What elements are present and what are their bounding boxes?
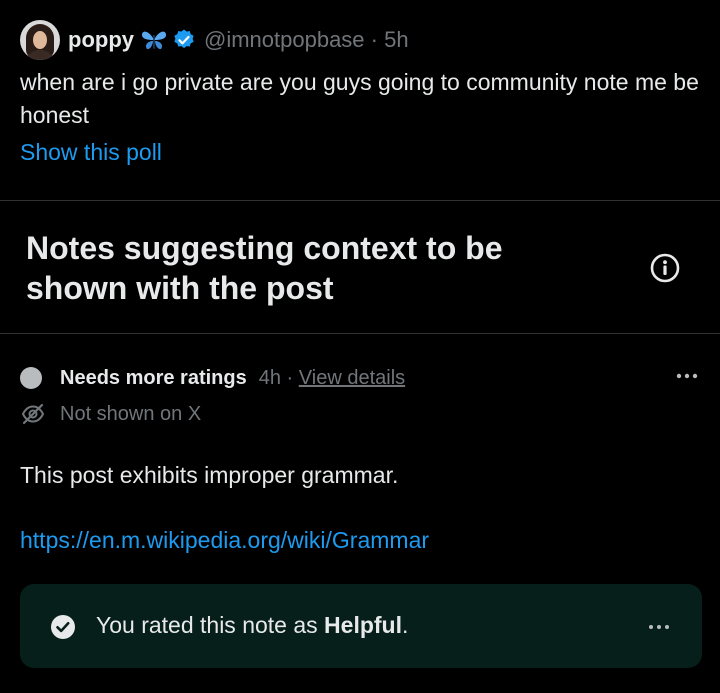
rating-message: You rated this note as Helpful. bbox=[96, 612, 408, 639]
verified-badge-icon bbox=[174, 29, 194, 49]
info-icon[interactable] bbox=[650, 253, 680, 283]
view-details-link[interactable]: View details bbox=[299, 367, 405, 389]
note-source-link[interactable]: https://en.m.wikipedia.org/wiki/Grammar bbox=[20, 527, 700, 554]
post-text: when are i go private are you guys going… bbox=[20, 69, 699, 128]
avatar[interactable] bbox=[20, 20, 60, 60]
post-header: poppy @imnotpopbase · 5h bbox=[20, 18, 700, 62]
note-status-row: Needs more ratings 4h · View details bbox=[20, 360, 700, 396]
eye-off-icon bbox=[21, 403, 45, 425]
separator-dot: · bbox=[286, 366, 294, 389]
note-status: Needs more ratings bbox=[60, 366, 247, 389]
separator-dot: · bbox=[370, 27, 378, 52]
note-time: 4h bbox=[258, 366, 281, 389]
notes-section-title: Notes suggesting context to be shown wit… bbox=[26, 230, 503, 306]
quoted-post[interactable]: poppy @imnotpopbase · 5h when are i go p… bbox=[20, 18, 700, 166]
author-handle[interactable]: @imnotpopbase bbox=[204, 27, 365, 52]
divider bbox=[0, 200, 720, 201]
note-visibility: Not shown on X bbox=[60, 402, 202, 425]
show-poll-link[interactable]: Show this poll bbox=[20, 139, 700, 166]
note-visibility-row: Not shown on X bbox=[20, 396, 700, 432]
community-note: Needs more ratings 4h · View details Not… bbox=[20, 360, 700, 554]
author-name[interactable]: poppy bbox=[68, 27, 134, 53]
butterfly-emoji-icon bbox=[142, 31, 166, 50]
check-circle-icon bbox=[51, 615, 75, 639]
more-icon[interactable] bbox=[646, 617, 672, 637]
rating-value: Helpful bbox=[324, 612, 402, 638]
rating-suffix: . bbox=[402, 612, 409, 638]
divider bbox=[0, 333, 720, 334]
more-icon[interactable] bbox=[674, 366, 700, 386]
post-time[interactable]: 5h bbox=[384, 27, 408, 52]
status-dot-icon bbox=[20, 367, 42, 389]
note-text: This post exhibits improper grammar. bbox=[20, 462, 399, 488]
rating-prefix: You rated this note as bbox=[96, 612, 325, 638]
rating-status-box: You rated this note as Helpful. bbox=[20, 584, 702, 668]
